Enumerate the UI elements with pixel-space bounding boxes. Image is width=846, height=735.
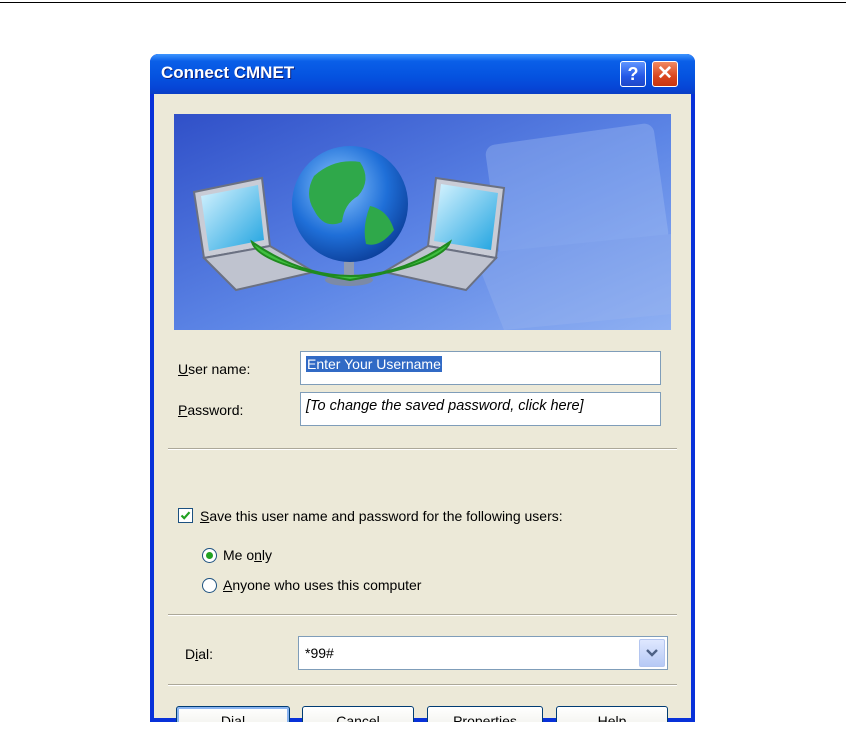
checkmark-icon — [180, 511, 191, 520]
username-label: User name: — [178, 361, 251, 377]
password-value: [To change the saved password, click her… — [306, 398, 584, 414]
dropdown-arrow-icon[interactable] — [639, 639, 665, 667]
radio-anyone[interactable] — [202, 578, 217, 593]
radio-anyone-label[interactable]: Anyone who uses this computer — [223, 577, 421, 593]
save-password-checkbox[interactable] — [178, 508, 193, 523]
password-field[interactable]: [To change the saved password, click her… — [300, 392, 661, 426]
properties-button[interactable]: Properties — [427, 706, 543, 722]
radio-selected-dot — [206, 552, 213, 559]
help-icon[interactable]: ? — [620, 61, 646, 87]
help-button[interactable]: Help — [556, 706, 668, 722]
separator — [168, 614, 677, 616]
cancel-button[interactable]: Cancel — [302, 706, 414, 722]
network-banner — [174, 114, 671, 330]
dialog-body: User name: Enter Your Username Password:… — [154, 94, 691, 722]
window-title: Connect CMNET — [161, 63, 295, 82]
connect-dialog: Connect CMNET ? ✕ User name: Enter Your … — [150, 54, 695, 722]
username-field[interactable]: Enter Your Username — [300, 351, 661, 385]
dial-button[interactable]: Dial — [176, 706, 290, 722]
password-label: Password: — [178, 402, 244, 418]
globe-icon — [292, 146, 408, 262]
radio-me-only-label[interactable]: Me only — [223, 547, 272, 563]
username-value: Enter Your Username — [306, 356, 442, 372]
radio-me-only[interactable] — [202, 548, 217, 563]
chevron-down-icon — [646, 649, 658, 657]
dial-number-value: *99# — [305, 645, 334, 661]
title-bar[interactable]: Connect CMNET ? ✕ — [150, 54, 695, 94]
dial-label: Dial: — [185, 646, 214, 662]
separator — [168, 684, 677, 686]
network-banner-image — [174, 114, 671, 330]
save-password-label[interactable]: Save this user name and password for the… — [200, 508, 563, 524]
dial-number-combobox[interactable]: *99# — [298, 636, 668, 670]
separator — [168, 448, 677, 450]
page-rule — [0, 2, 846, 3]
close-icon[interactable]: ✕ — [652, 61, 678, 87]
background-laptop-icon — [474, 123, 671, 330]
